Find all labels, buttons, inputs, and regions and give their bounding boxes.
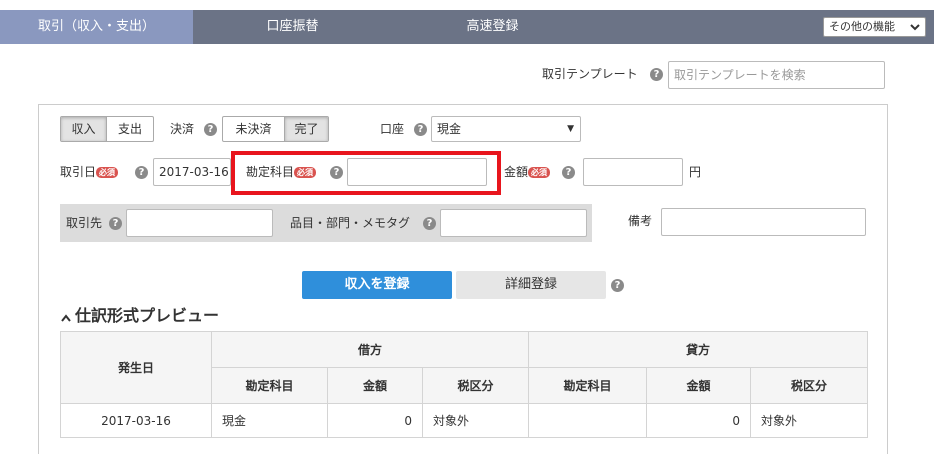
tab-quick-entry[interactable]: 高速登録 xyxy=(405,10,580,44)
tab-transaction[interactable]: 取引（収入・支出） xyxy=(0,10,193,44)
template-search-input[interactable]: 取引テンプレートを検索 xyxy=(668,61,885,89)
header-credit-tax: 税区分 xyxy=(750,367,869,404)
unsettled-option[interactable]: 未決済 xyxy=(223,117,284,141)
date-help-icon[interactable]: ? xyxy=(135,166,148,179)
income-option[interactable]: 収入 xyxy=(61,117,106,141)
preview-title: 仕訳形式プレビュー xyxy=(75,306,220,325)
table-row: 2017-03-16 現金 0 対象外 0 対象外 xyxy=(60,403,869,438)
currency-unit: 円 xyxy=(689,165,702,179)
header-debit: 借方 xyxy=(210,331,530,368)
detail-register-button[interactable]: 詳細登録 xyxy=(456,271,606,299)
header-debit-account: 勘定科目 xyxy=(211,367,328,404)
header-credit: 貸方 xyxy=(528,331,869,368)
tab-transfer[interactable]: 口座振替 xyxy=(205,10,380,44)
header-credit-account: 勘定科目 xyxy=(528,367,648,404)
item-tag-help-icon[interactable]: ? xyxy=(423,217,436,230)
settlement-help-icon[interactable]: ? xyxy=(204,123,217,136)
row-credit-amount: 0 xyxy=(646,403,752,438)
row-date: 2017-03-16 xyxy=(60,403,212,438)
account-help-icon[interactable]: ? xyxy=(414,123,427,136)
amount-label: 金額 必須 xyxy=(504,164,551,180)
date-label: 取引日 必須 xyxy=(60,164,119,180)
header-debit-amount: 金額 xyxy=(327,367,423,404)
highlight-box xyxy=(231,151,501,195)
date-field[interactable]: 2017-03-16 xyxy=(153,158,231,186)
row-credit-tax: 対象外 xyxy=(750,403,869,438)
expense-option[interactable]: 支出 xyxy=(106,117,153,141)
select-arrow-icon: ▼ xyxy=(567,124,574,134)
item-tag-label: 品目・部門・メモタグ xyxy=(290,216,411,230)
date-required-badge: 必須 xyxy=(96,167,119,178)
amount-label-text: 金額 xyxy=(504,165,529,179)
chevron-up-icon[interactable] xyxy=(60,313,72,323)
account-label: 口座 xyxy=(380,122,405,136)
template-label: 取引テンプレート xyxy=(542,67,638,81)
note-input[interactable] xyxy=(661,208,866,236)
row-debit-amount: 0 xyxy=(327,403,423,438)
amount-help-icon[interactable]: ? xyxy=(562,166,575,179)
settled-option[interactable]: 完了 xyxy=(284,117,328,141)
header-debit-tax: 税区分 xyxy=(421,367,530,404)
other-functions-label: その他の機能 xyxy=(829,20,895,33)
partner-input[interactable] xyxy=(126,209,273,237)
template-help-icon[interactable]: ? xyxy=(650,68,663,81)
item-tag-input[interactable] xyxy=(440,209,587,237)
register-help-icon[interactable]: ? xyxy=(611,279,624,292)
tab-bar: 取引（収入・支出） 口座振替 高速登録 その他の機能 xyxy=(0,10,934,44)
settlement-toggle: 未決済 完了 xyxy=(222,116,329,142)
partner-label: 取引先 xyxy=(66,216,103,230)
account-select[interactable]: 現金 ▼ xyxy=(431,116,581,142)
account-select-value: 現金 xyxy=(437,122,462,136)
row-debit-account: 現金 xyxy=(211,403,328,438)
chevron-down-icon xyxy=(910,24,920,31)
income-expense-toggle: 収入 支出 xyxy=(60,116,154,142)
row-credit-account xyxy=(528,403,648,438)
header-date: 発生日 xyxy=(60,331,212,404)
settlement-label: 決済 xyxy=(170,122,195,136)
journal-preview-table: 発生日 借方 貸方 勘定科目 金額 税区分 勘定科目 金額 税区分 2017-0… xyxy=(60,331,869,438)
date-label-text: 取引日 xyxy=(60,165,97,179)
header-credit-amount: 金額 xyxy=(646,367,752,404)
partner-help-icon[interactable]: ? xyxy=(109,217,122,230)
other-functions-button[interactable]: その他の機能 xyxy=(823,17,926,37)
amount-required-badge: 必須 xyxy=(528,167,551,178)
amount-input[interactable] xyxy=(583,158,683,186)
note-label: 備考 xyxy=(628,214,653,228)
register-income-button[interactable]: 収入を登録 xyxy=(302,271,452,299)
row-debit-tax: 対象外 xyxy=(421,403,530,438)
